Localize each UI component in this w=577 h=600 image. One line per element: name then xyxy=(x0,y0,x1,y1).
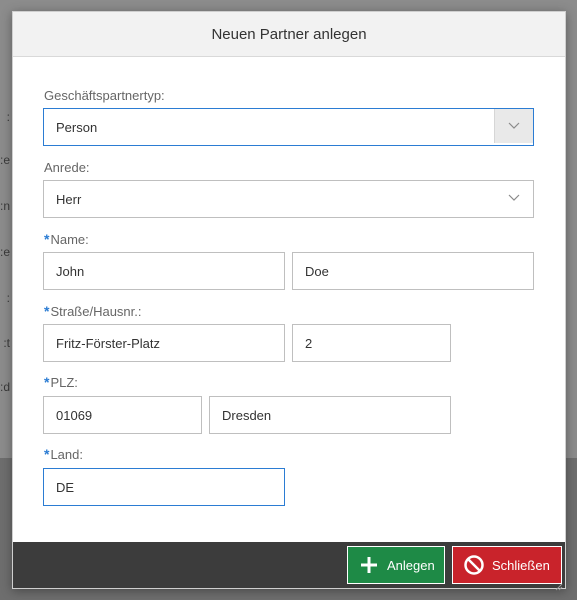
required-marker: * xyxy=(44,303,50,319)
required-marker: * xyxy=(44,374,50,390)
chevron-down-icon[interactable] xyxy=(494,109,533,143)
chevron-down-icon[interactable] xyxy=(495,181,533,215)
dialog-header[interactable]: Neuen Partner anlegen xyxy=(13,12,565,57)
partner-type-label-text: Geschäftspartnertyp: xyxy=(44,88,165,103)
country-value: DE xyxy=(56,479,75,495)
close-button[interactable]: Schließen xyxy=(452,546,562,584)
city-input[interactable]: Dresden xyxy=(209,396,451,434)
background-label: : xyxy=(6,291,10,305)
street-label: *Straße/Hausnr.: xyxy=(44,303,142,319)
required-marker: * xyxy=(44,231,50,247)
plus-icon xyxy=(358,554,380,576)
partner-type-value: Person xyxy=(56,119,98,135)
first-name-input[interactable]: John xyxy=(43,252,285,290)
zip-value: 01069 xyxy=(56,407,93,423)
partner-type-select[interactable]: Person xyxy=(43,108,534,146)
partner-type-label: Geschäftspartnertyp: xyxy=(44,88,165,103)
last-name-value: Doe xyxy=(305,263,329,279)
house-number-input[interactable]: 2 xyxy=(292,324,451,362)
first-name-value: John xyxy=(56,263,85,279)
house-number-value: 2 xyxy=(305,335,313,351)
background-label: : xyxy=(6,110,10,124)
background-label: e: xyxy=(0,245,10,259)
salutation-select[interactable]: Herr xyxy=(43,180,534,218)
name-label: *Name: xyxy=(44,231,89,247)
background-label: n: xyxy=(0,199,10,213)
salutation-label: Anrede: xyxy=(44,160,90,175)
background-label: t: xyxy=(3,336,10,350)
salutation-value: Herr xyxy=(56,191,82,207)
name-label-text: Name: xyxy=(50,232,89,247)
country-label: *Land: xyxy=(44,446,83,462)
required-marker: * xyxy=(44,446,50,462)
background-label: d: xyxy=(0,380,10,394)
zip-label: *PLZ: xyxy=(44,374,78,390)
country-input[interactable]: DE xyxy=(43,468,285,506)
street-value: Fritz-Förster-Platz xyxy=(56,335,160,351)
new-partner-dialog: Neuen Partner anlegen Geschäftspartnerty… xyxy=(12,11,566,591)
resize-grip-icon[interactable] xyxy=(555,578,563,591)
close-button-label: Schließen xyxy=(492,557,550,573)
dialog-title: Neuen Partner anlegen xyxy=(211,25,367,43)
country-label-text: Land: xyxy=(50,447,83,462)
city-value: Dresden xyxy=(222,407,272,423)
dialog-footer: Anlegen Schließen xyxy=(13,542,565,591)
prohibited-icon xyxy=(463,554,485,576)
create-button[interactable]: Anlegen xyxy=(347,546,445,584)
create-button-label: Anlegen xyxy=(387,557,435,573)
street-input[interactable]: Fritz-Förster-Platz xyxy=(43,324,285,362)
zip-input[interactable]: 01069 xyxy=(43,396,202,434)
background-label: e: xyxy=(0,153,10,167)
last-name-input[interactable]: Doe xyxy=(292,252,534,290)
salutation-label-text: Anrede: xyxy=(44,160,90,175)
street-label-text: Straße/Hausnr.: xyxy=(50,304,142,319)
zip-label-text: PLZ: xyxy=(50,375,78,390)
